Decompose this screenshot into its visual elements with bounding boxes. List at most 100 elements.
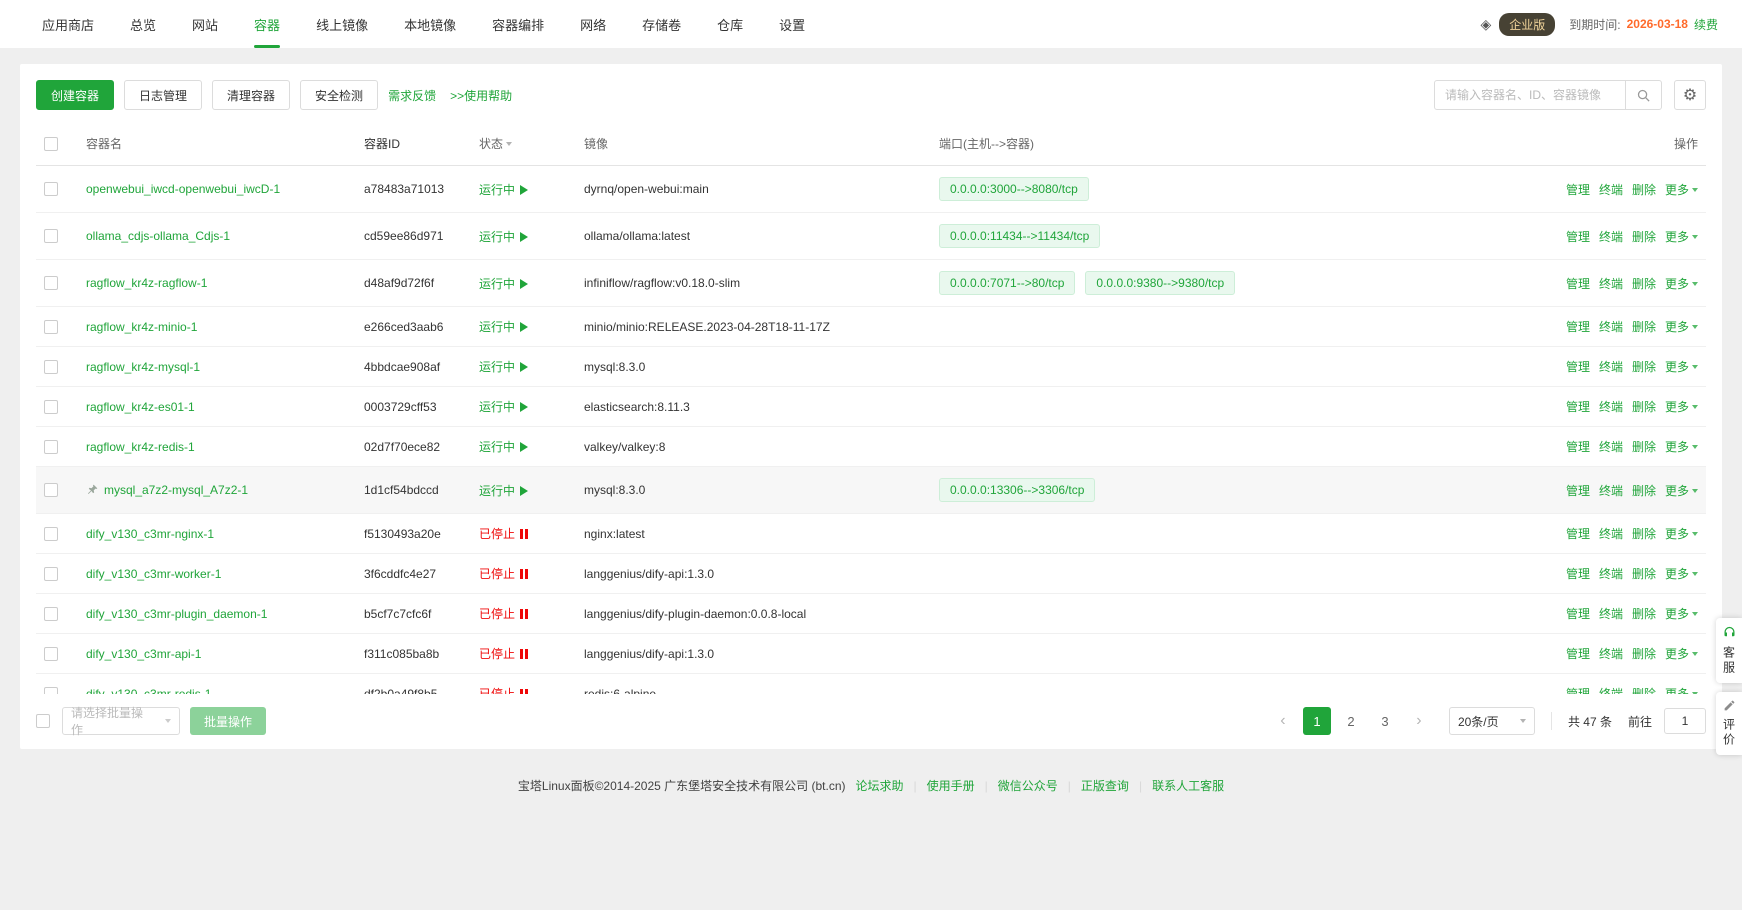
action-delete[interactable]: 删除 [1632,607,1656,621]
nav-item-4[interactable]: 线上镜像 [298,0,386,48]
action-terminal[interactable]: 终端 [1599,647,1623,661]
action-manage[interactable]: 管理 [1566,360,1590,374]
action-more[interactable]: 更多 [1665,687,1698,694]
log-manage-button[interactable]: 日志管理 [124,80,202,110]
action-terminal[interactable]: 终端 [1599,687,1623,694]
action-manage[interactable]: 管理 [1566,567,1590,581]
prev-page-button[interactable]: ‹ [1269,707,1297,735]
container-name-link[interactable]: ragflow_kr4z-redis-1 [86,440,195,454]
row-checkbox[interactable] [44,276,58,290]
action-terminal[interactable]: 终端 [1599,360,1623,374]
action-more[interactable]: 更多 [1665,400,1698,414]
nav-item-0[interactable]: 应用商店 [24,0,112,48]
action-manage[interactable]: 管理 [1566,320,1590,334]
nav-item-2[interactable]: 网站 [174,0,236,48]
action-more[interactable]: 更多 [1665,607,1698,621]
action-delete[interactable]: 删除 [1632,484,1656,498]
container-name-link[interactable]: ragflow_kr4z-es01-1 [86,400,195,414]
row-checkbox[interactable] [44,182,58,196]
row-checkbox[interactable] [44,483,58,497]
action-delete[interactable]: 删除 [1632,527,1656,541]
action-terminal[interactable]: 终端 [1599,567,1623,581]
action-manage[interactable]: 管理 [1566,277,1590,291]
batch-action-select[interactable]: 请选择批量操作 [62,707,180,735]
help-link[interactable]: >>使用帮助 [450,87,512,104]
action-terminal[interactable]: 终端 [1599,484,1623,498]
container-name-link[interactable]: mysql_a7z2-mysql_A7z2-1 [104,483,248,497]
action-more[interactable]: 更多 [1665,230,1698,244]
container-name-link[interactable]: dify_v130_c3mr-worker-1 [86,567,221,581]
action-manage[interactable]: 管理 [1566,687,1590,694]
nav-item-10[interactable]: 设置 [761,0,823,48]
action-manage[interactable]: 管理 [1566,400,1590,414]
action-more[interactable]: 更多 [1665,183,1698,197]
column-header-2[interactable]: 状态 [471,122,576,166]
action-terminal[interactable]: 终端 [1599,527,1623,541]
action-manage[interactable]: 管理 [1566,647,1590,661]
row-checkbox[interactable] [44,440,58,454]
nav-item-6[interactable]: 容器编排 [474,0,562,48]
action-manage[interactable]: 管理 [1566,607,1590,621]
action-more[interactable]: 更多 [1665,360,1698,374]
action-manage[interactable]: 管理 [1566,527,1590,541]
row-checkbox[interactable] [44,527,58,541]
nav-item-8[interactable]: 存储卷 [624,0,699,48]
container-name-link[interactable]: dify_v130_c3mr-api-1 [86,647,201,661]
action-more[interactable]: 更多 [1665,320,1698,334]
container-name-link[interactable]: dify_v130_c3mr-plugin_daemon-1 [86,607,267,621]
action-more[interactable]: 更多 [1665,440,1698,454]
action-terminal[interactable]: 终端 [1599,320,1623,334]
container-name-link[interactable]: ollama_cdjs-ollama_Cdjs-1 [86,229,230,243]
bottom-select-all-checkbox[interactable] [36,714,50,728]
row-checkbox[interactable] [44,400,58,414]
container-name-link[interactable]: dify_v130_c3mr-redis-1 [86,687,211,695]
action-delete[interactable]: 删除 [1632,360,1656,374]
nav-item-3[interactable]: 容器 [236,0,298,48]
footer-link-0[interactable]: 论坛求助 [856,777,904,794]
container-name-link[interactable]: dify_v130_c3mr-nginx-1 [86,527,214,541]
action-delete[interactable]: 删除 [1632,567,1656,581]
next-page-button[interactable]: › [1405,707,1433,735]
container-name-link[interactable]: ragflow_kr4z-ragflow-1 [86,276,207,290]
search-input[interactable] [1435,88,1625,102]
select-all-checkbox[interactable] [44,137,58,151]
row-checkbox[interactable] [44,360,58,374]
action-terminal[interactable]: 终端 [1599,440,1623,454]
row-checkbox[interactable] [44,567,58,581]
page-button-3[interactable]: 3 [1371,707,1399,735]
page-button-1[interactable]: 1 [1303,707,1331,735]
action-delete[interactable]: 删除 [1632,647,1656,661]
footer-link-1[interactable]: 使用手册 [927,777,975,794]
action-manage[interactable]: 管理 [1566,440,1590,454]
action-terminal[interactable]: 终端 [1599,183,1623,197]
footer-link-2[interactable]: 微信公众号 [998,777,1058,794]
container-name-link[interactable]: ragflow_kr4z-minio-1 [86,320,197,334]
action-more[interactable]: 更多 [1665,647,1698,661]
container-name-link[interactable]: ragflow_kr4z-mysql-1 [86,360,200,374]
row-checkbox[interactable] [44,607,58,621]
page-button-2[interactable]: 2 [1337,707,1365,735]
action-delete[interactable]: 删除 [1632,320,1656,334]
action-terminal[interactable]: 终端 [1599,230,1623,244]
action-manage[interactable]: 管理 [1566,230,1590,244]
action-delete[interactable]: 删除 [1632,400,1656,414]
action-more[interactable]: 更多 [1665,527,1698,541]
action-manage[interactable]: 管理 [1566,183,1590,197]
nav-item-7[interactable]: 网络 [562,0,624,48]
customer-service-tab[interactable]: 客服 [1716,618,1742,683]
action-delete[interactable]: 删除 [1632,440,1656,454]
security-check-button[interactable]: 安全检测 [300,80,378,110]
action-more[interactable]: 更多 [1665,277,1698,291]
row-checkbox[interactable] [44,647,58,661]
footer-link-3[interactable]: 正版查询 [1081,777,1129,794]
row-checkbox[interactable] [44,687,58,694]
action-manage[interactable]: 管理 [1566,484,1590,498]
create-container-button[interactable]: 创建容器 [36,80,114,110]
row-checkbox[interactable] [44,229,58,243]
footer-link-4[interactable]: 联系人工客服 [1152,777,1224,794]
renew-link[interactable]: 续费 [1694,16,1718,33]
page-size-select[interactable]: 20条/页 [1449,707,1535,735]
action-terminal[interactable]: 终端 [1599,607,1623,621]
search-icon[interactable] [1625,81,1661,109]
row-checkbox[interactable] [44,320,58,334]
